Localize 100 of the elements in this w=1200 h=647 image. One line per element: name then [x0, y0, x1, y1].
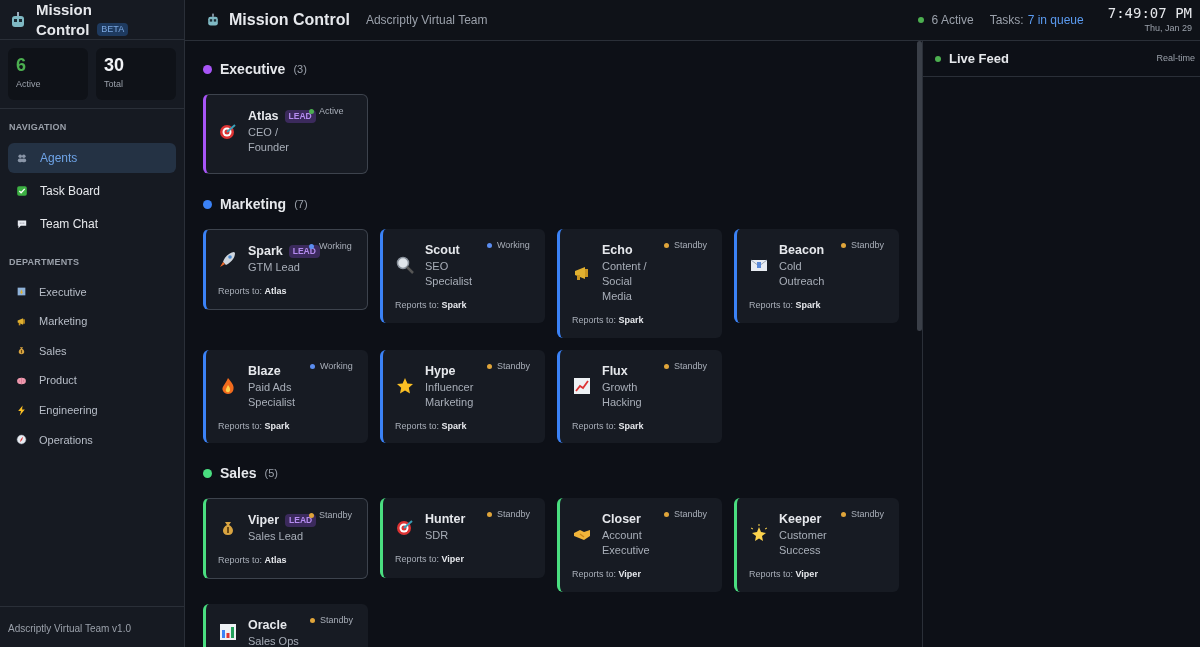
status-label: Working [319, 240, 352, 253]
star-icon [749, 524, 769, 544]
money-bag-icon [16, 345, 27, 357]
section-heading: DEPARTMENTS [8, 255, 81, 269]
agent-card[interactable]: Closer Account Executive Standby Reports to: Viper [557, 498, 722, 592]
department-item[interactable]: Product [8, 365, 176, 396]
agent-count: (5) [264, 466, 279, 482]
status-label: Standby [674, 239, 708, 252]
status-label: Standby [320, 613, 354, 627]
active-count: 6 Active [931, 12, 974, 29]
department-title: Sales [220, 464, 257, 483]
nav-item[interactable]: Team Chat [8, 208, 176, 239]
section-heading: NAVIGATION [8, 121, 68, 134]
page-subtitle: Adscriptly Virtual Team [365, 12, 488, 29]
reports-to-text: Reports to: Atlas [218, 554, 288, 567]
agent-role: SDR [425, 528, 450, 543]
stat-value: 30 [104, 54, 126, 77]
status-label: Standby [497, 508, 531, 521]
people-icon [16, 151, 28, 164]
target-icon [218, 121, 238, 141]
agent-card[interactable]: Hype Influencer Marketing Standby Reports to: Spark [380, 349, 545, 443]
agent-role: Cold Outreach [779, 259, 826, 289]
agent-card[interactable]: Echo Content / Social Media Standby Reports to: Spark [557, 229, 722, 338]
agent-name: Hunter [425, 511, 466, 528]
compass-icon [16, 434, 27, 446]
agent-card[interactable]: Spark LEAD GTM Lead Working Reports to: Atlas [203, 229, 368, 310]
agent-role: Customer Success [779, 528, 828, 558]
department-item[interactable]: Operations [8, 424, 176, 455]
agent-card[interactable]: Hunter SDR Standby Reports to: Viper [380, 498, 545, 578]
lead-badge: LEAD [285, 513, 317, 527]
chart-icon [572, 375, 592, 396]
agent-name: Blaze [248, 362, 281, 380]
magnifier-icon [395, 255, 415, 275]
agent-role: SEO Specialist [425, 259, 474, 289]
agent-name: Scout [425, 242, 460, 259]
status-label: Standby [319, 509, 353, 522]
agent-card[interactable]: Viper LEAD Sales Lead Standby Reports to: Atlas [203, 498, 368, 579]
status-label: Working [320, 359, 353, 373]
agent-name: Closer [602, 511, 641, 528]
scrollbar[interactable] [917, 41, 922, 331]
agent-card[interactable]: Oracle Sales Ops Standby [203, 603, 368, 647]
page-title: Mission Control [229, 10, 350, 30]
lead-badge: LEAD [288, 244, 320, 258]
nav-item[interactable]: Agents [8, 142, 176, 173]
brain-icon [16, 375, 27, 387]
realtime-label: Real-time [1156, 51, 1195, 65]
agent-card[interactable]: Keeper Customer Success Standby Reports to: Viper [734, 498, 899, 592]
app-title: Control [36, 19, 90, 40]
department-title: Executive [220, 60, 286, 79]
clock-time: 7:49:07 PM [1107, 4, 1192, 23]
department-item[interactable]: Sales [8, 336, 176, 366]
agent-count: (7) [294, 197, 308, 213]
agent-role: Content / Social Media [602, 259, 648, 304]
robot-icon [205, 12, 221, 28]
agent-name: Oracle [248, 616, 287, 634]
status-label: Working [497, 239, 530, 252]
status-label: Standby [497, 359, 531, 373]
stat-label: Active [16, 78, 42, 91]
reports-to-text: Reports to: Viper [395, 553, 465, 566]
agent-name: Keeper [779, 511, 822, 528]
agent-card[interactable]: Atlas LEAD CEO / Founder Active [203, 94, 368, 174]
agent-name: Atlas [248, 108, 279, 125]
department-item[interactable]: Executive [8, 277, 176, 307]
app-title: Mission [36, 0, 93, 20]
panel-title: Live Feed [949, 49, 1009, 68]
nav-item[interactable]: Task Board [8, 175, 176, 206]
reports-to-text: Reports to: Spark [572, 314, 645, 327]
agent-card[interactable]: Scout SEO Specialist Working Reports to: Spark [380, 229, 545, 323]
agent-card[interactable]: Beacon Cold Outreach Standby Reports to: Spark [734, 229, 899, 323]
department-title: Marketing [220, 195, 287, 214]
speech-bubble-icon [16, 217, 28, 230]
agent-name: Viper [248, 512, 280, 529]
bar-chart-icon [218, 622, 238, 642]
lightning-icon [16, 404, 27, 416]
agent-role: GTM Lead [248, 260, 301, 275]
megaphone-icon [16, 315, 27, 327]
agent-name: Hype [425, 362, 456, 380]
agent-role: Paid Ads Specialist [248, 379, 297, 410]
office-icon [16, 286, 27, 298]
agent-role: Influencer Marketing [425, 379, 475, 410]
clock-date: Thu, Jan 29 [1144, 22, 1192, 36]
department-item[interactable]: Engineering [8, 395, 176, 425]
stat-value: 6 [16, 54, 27, 77]
agent-card[interactable]: Flux Growth Hacking Standby Reports to: Spark [557, 349, 722, 443]
department-item[interactable]: Marketing [8, 306, 176, 337]
version-text: Adscriptly Virtual Team v1.0 [8, 623, 132, 634]
tasks-link[interactable]: 7 in queue [1027, 11, 1084, 29]
status-label: Active [319, 105, 344, 118]
agent-count: (3) [293, 62, 307, 78]
agent-name: Beacon [779, 242, 825, 259]
reports-to-text: Reports to: Spark [572, 419, 645, 433]
agent-role: Account Executive [602, 528, 651, 558]
beta-badge: BETA [97, 23, 129, 36]
status-label: Standby [851, 239, 885, 252]
checkbox-icon [16, 184, 28, 197]
agent-card[interactable]: Blaze Paid Ads Specialist Working Reports to: Spark [203, 349, 368, 443]
status-label: Standby [674, 508, 708, 521]
status-label: Standby [851, 508, 885, 521]
reports-to-text: Reports to: Viper [572, 568, 642, 581]
reports-to-text: Reports to: Spark [218, 419, 291, 433]
